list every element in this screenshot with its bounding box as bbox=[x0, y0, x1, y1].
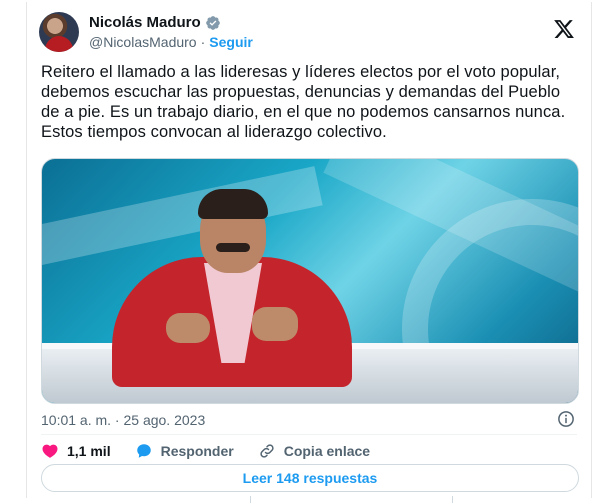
reply-button[interactable]: Responder bbox=[135, 442, 234, 460]
author-name[interactable]: Nicolás Maduro bbox=[89, 14, 201, 31]
divider bbox=[41, 434, 577, 435]
read-replies-button[interactable]: Leer 148 respuestas bbox=[41, 464, 579, 492]
author-handle[interactable]: @NicolasMaduro bbox=[89, 34, 197, 50]
tweet-timestamp[interactable]: 10:01 a. m. · 25 ago. 2023 bbox=[41, 412, 205, 428]
divider bbox=[250, 496, 251, 503]
tweet-text: Reitero el llamado a las lideresas y líd… bbox=[41, 63, 566, 141]
x-logo-icon[interactable] bbox=[553, 18, 575, 40]
reply-label: Responder bbox=[160, 443, 234, 459]
author-avatar[interactable] bbox=[39, 12, 79, 52]
author-name-row: Nicolás Maduro bbox=[89, 14, 221, 31]
reply-bubble-icon bbox=[136, 444, 151, 458]
verified-badge-icon bbox=[205, 15, 220, 30]
like-count: 1,1 mil bbox=[67, 443, 111, 459]
tweet-media-image[interactable] bbox=[41, 158, 579, 404]
tweet-actions: 1,1 mil Responder Copia enlace bbox=[41, 442, 394, 460]
copy-link-label: Copia enlace bbox=[283, 443, 371, 459]
divider bbox=[452, 496, 453, 503]
separator-dot: · bbox=[200, 34, 206, 50]
info-icon[interactable] bbox=[557, 410, 575, 428]
like-button[interactable]: 1,1 mil bbox=[41, 442, 111, 460]
copy-link-button[interactable]: Copia enlace bbox=[258, 442, 370, 460]
link-icon bbox=[260, 444, 274, 458]
tweet-card: Nicolás Maduro @NicolasMaduro · Seguir R… bbox=[26, 2, 592, 498]
heart-icon bbox=[42, 444, 58, 458]
speaker-figure bbox=[112, 187, 352, 387]
author-handle-row: @NicolasMaduro · Seguir bbox=[89, 34, 253, 50]
follow-button[interactable]: Seguir bbox=[209, 34, 253, 50]
tweet-header: Nicolás Maduro @NicolasMaduro · Seguir bbox=[39, 12, 581, 54]
